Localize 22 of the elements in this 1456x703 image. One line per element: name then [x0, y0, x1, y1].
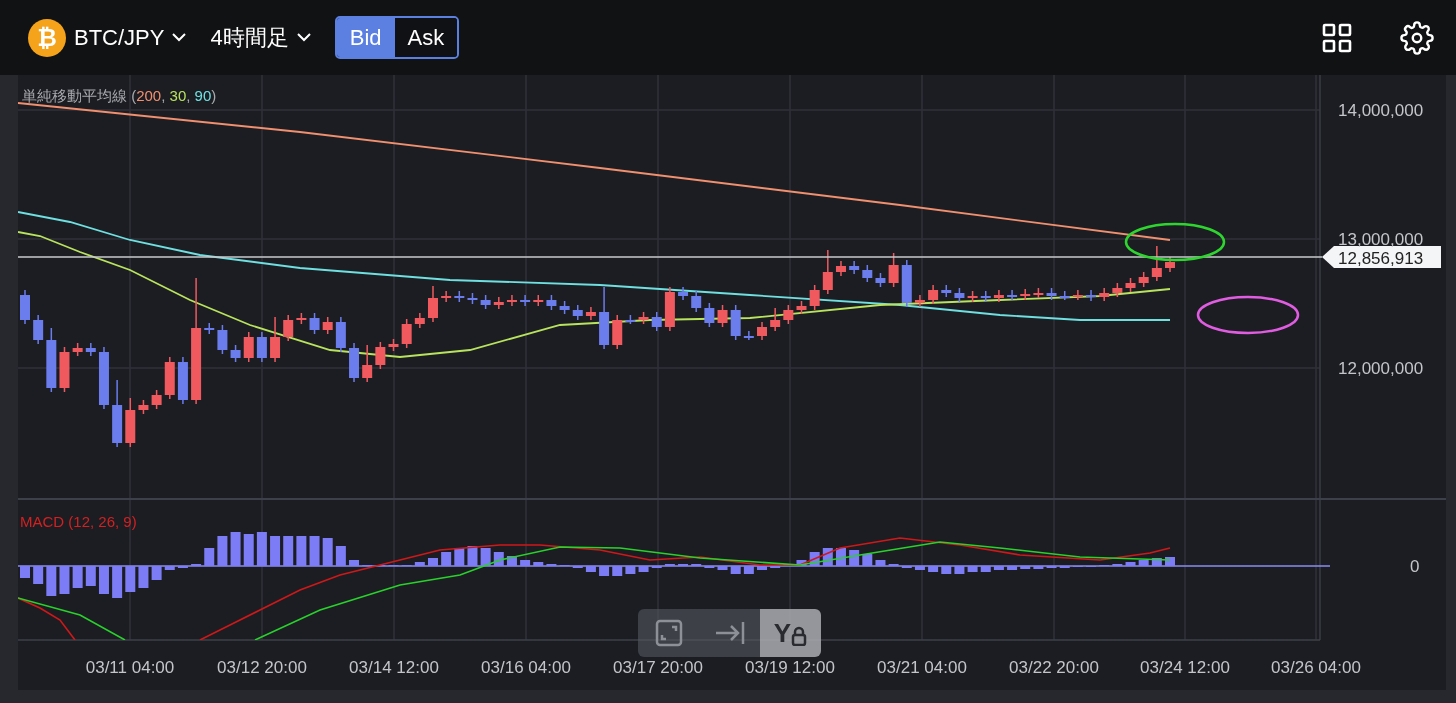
- y-lock-button[interactable]: Y: [760, 609, 821, 657]
- time-axis-label: 03/16 04:00: [481, 658, 571, 677]
- price-side-tab[interactable]: Bid: [336, 18, 395, 57]
- last-price-label: 12,856,913: [1322, 246, 1441, 268]
- coin-logo-icon: ₿: [28, 18, 66, 57]
- time-axis-label: 03/17 20:00: [613, 658, 703, 677]
- indicator-legend: 単純移動平均線 (200, 30, 90): [22, 87, 217, 104]
- price-axis-label: 14,000,000: [1338, 101, 1424, 120]
- time-axis-label: 03/21 04:00: [877, 658, 967, 677]
- time-axis-label: 03/19 12:00: [745, 658, 835, 677]
- time-axis-label: 03/22 20:00: [1009, 658, 1099, 677]
- macd-legend: MACD (12, 26, 9): [20, 513, 137, 530]
- time-axis-label: 03/26 04:00: [1271, 658, 1361, 677]
- time-axis-label: 03/14 12:00: [349, 658, 439, 677]
- timeframe-dropdown[interactable]: 4時間足: [210, 19, 311, 56]
- price-axis-label: 12,000,000: [1338, 359, 1424, 378]
- time-axis-label: 03/24 12:00: [1140, 658, 1230, 677]
- pair-dropdown[interactable]: BTC/JPY: [74, 19, 187, 56]
- price-axis-label: 13,000,000: [1338, 230, 1424, 249]
- macd-axis-label: 0: [1410, 557, 1420, 576]
- time-axis-label: 03/12 20:00: [217, 658, 307, 677]
- time-axis-label: 03/11 04:00: [85, 658, 175, 677]
